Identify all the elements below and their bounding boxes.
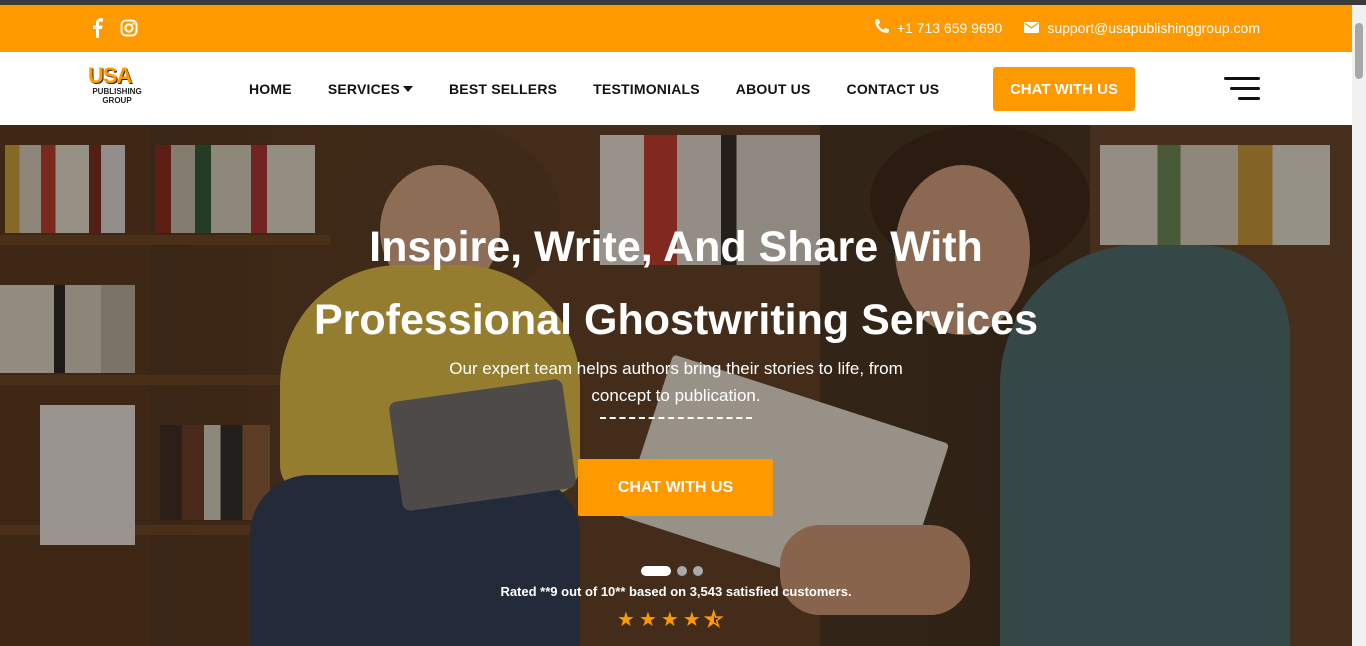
logo-line2: GROUP [102, 96, 132, 105]
menu-icon[interactable] [1224, 77, 1260, 101]
star-icon: ★ [617, 609, 635, 631]
rating-stars: ★ ★ ★ ★ ★ ★ [617, 607, 723, 632]
nav-contact-us[interactable]: CONTACT US [847, 81, 940, 97]
slider-dot-3[interactable] [693, 566, 703, 576]
instagram-icon[interactable] [120, 17, 138, 39]
nav-home[interactable]: HOME [249, 81, 292, 97]
half-star-icon: ★ ★ [704, 608, 723, 632]
hero-section: Inspire, Write, And Share With Professio… [0, 125, 1352, 646]
nav-chat-button[interactable]: CHAT WITH US [993, 67, 1135, 111]
nav-services-label: SERVICES [327, 81, 400, 97]
slider-dot-2[interactable] [677, 566, 687, 576]
email-link[interactable]: support@usapublishinggroup.com [1024, 20, 1260, 36]
star-icon: ★ [638, 609, 657, 631]
nav-about-us[interactable]: ABOUT US [736, 81, 811, 97]
hero-divider [600, 417, 752, 419]
site-logo[interactable]: USA PUBLISHING GROUP [88, 65, 146, 111]
nav-best-sellers[interactable]: BEST SELLERS [449, 81, 557, 97]
hero-title-line2: Professional Ghostwriting Services [313, 296, 1039, 344]
rating-text: Rated **9 out of 10** based on 3,543 sat… [500, 584, 852, 599]
star-icon: ★ [660, 609, 679, 631]
hero-title-line1: Inspire, Write, And Share With [369, 223, 983, 271]
scrollbar-thumb[interactable] [1355, 23, 1363, 79]
slider-dot-1[interactable] [641, 566, 671, 576]
page-scrollbar[interactable] [1352, 5, 1366, 646]
caret-down-icon [402, 86, 413, 92]
contact-info: +1 713 659 9690 support@usapublishinggro… [874, 18, 1260, 36]
envelope-icon [1024, 20, 1040, 36]
hero-title: Inspire, Write, And Share With Professio… [0, 211, 1352, 357]
facebook-icon[interactable] [88, 17, 106, 39]
logo-line1: PUBLISHING [92, 87, 142, 96]
hero-subtitle: Our expert team helps authors bring thei… [449, 359, 903, 405]
hero-chat-button[interactable]: CHAT WITH US [578, 459, 773, 516]
main-nav: HOME SERVICES BEST SELLERS TESTIMONIALS … [249, 81, 939, 97]
logo-mark: USA [88, 63, 132, 88]
nav-services[interactable]: SERVICES [328, 81, 413, 97]
star-icon: ★ [682, 609, 701, 631]
email-address: support@usapublishinggroup.com [1047, 19, 1260, 36]
top-contact-bar: +1 713 659 9690 support@usapublishinggro… [0, 5, 1352, 52]
phone-icon [874, 18, 889, 36]
main-navbar: USA PUBLISHING GROUP HOME SERVICES BEST … [0, 52, 1352, 125]
nav-testimonials[interactable]: TESTIMONIALS [593, 81, 700, 97]
social-links [88, 17, 138, 39]
slider-dots [641, 566, 703, 576]
phone-number: +1 713 659 9690 [896, 19, 1003, 36]
phone-link[interactable]: +1 713 659 9690 [874, 18, 1003, 36]
